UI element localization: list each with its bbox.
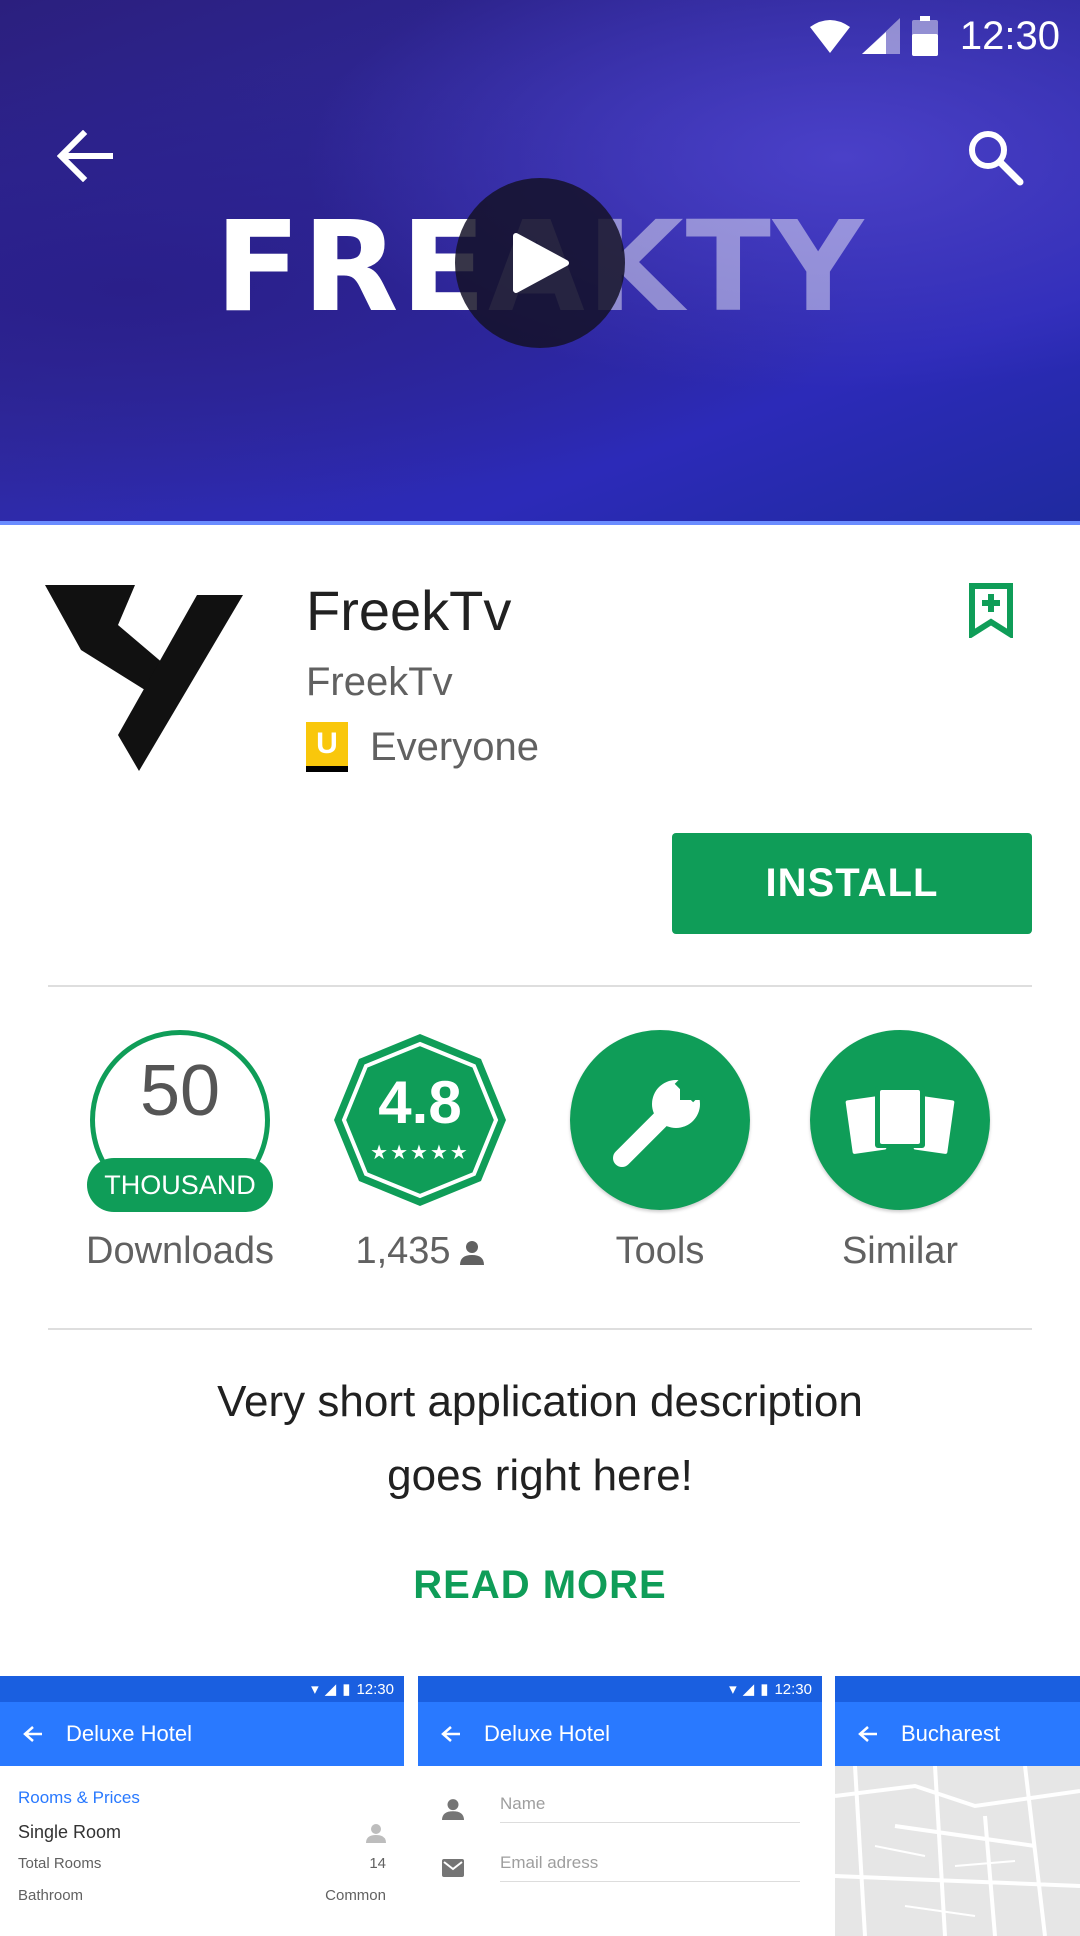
play-video-button[interactable] bbox=[455, 178, 625, 348]
rating-stars: ★★★★★ bbox=[370, 1142, 470, 1164]
screenshot-1[interactable]: ▾ ◢ ▮ 12:30 Deluxe Hotel Rooms & Prices … bbox=[0, 1676, 404, 1936]
app-name: FreekTv bbox=[306, 579, 512, 642]
stat-rating[interactable]: 4.8 ★★★★★ 1,435 bbox=[310, 1030, 530, 1273]
screenshot-toolbar: Bucharest bbox=[835, 1702, 1080, 1766]
screenshot-2[interactable]: ▾ ◢ ▮ 12:30 Deluxe Hotel Name Email adre… bbox=[418, 1676, 822, 1936]
rating-count: 1,435 bbox=[355, 1230, 451, 1272]
downloads-badge: 50 THOUSAND bbox=[87, 1030, 273, 1212]
hero-divider bbox=[0, 521, 1080, 525]
screenshot-row-label: Total Rooms bbox=[18, 1855, 102, 1872]
email-icon bbox=[442, 1858, 464, 1877]
similar-badge bbox=[810, 1030, 990, 1210]
search-icon bbox=[969, 131, 1024, 186]
signal-icon bbox=[861, 18, 900, 54]
hero-title-main: FRE bbox=[215, 195, 489, 340]
screenshot-time: 12:30 bbox=[356, 1680, 394, 1698]
screenshot-room: Single Room bbox=[18, 1822, 122, 1842]
screenshot-toolbar: Deluxe Hotel bbox=[0, 1702, 404, 1766]
tools-label: Tools bbox=[615, 1230, 705, 1272]
map-view bbox=[835, 1765, 1080, 1936]
tools-badge bbox=[570, 1030, 750, 1210]
content-rating-badge: U bbox=[306, 722, 348, 772]
arrow-back-icon bbox=[57, 130, 113, 182]
screenshot-status-bar: ▾ ◢ ▮ 12:30 bbox=[0, 1676, 404, 1702]
battery-icon: ▮ bbox=[342, 1681, 351, 1698]
screenshot-section-title: Rooms & Prices bbox=[18, 1788, 140, 1807]
battery-icon: ▮ bbox=[760, 1681, 769, 1698]
screenshot-3[interactable]: Bucharest bbox=[835, 1676, 1080, 1936]
screenshot-title: Bucharest bbox=[901, 1721, 1001, 1746]
stat-downloads: 50 THOUSAND Downloads bbox=[70, 1030, 290, 1273]
similar-label: Similar bbox=[841, 1230, 959, 1272]
downloads-number: 50 bbox=[139, 1051, 221, 1131]
wifi-icon: ▾ bbox=[311, 1681, 319, 1698]
content-rating-label: Everyone bbox=[370, 724, 539, 769]
screenshot-title: Deluxe Hotel bbox=[484, 1721, 610, 1746]
divider-top bbox=[48, 985, 1032, 987]
screenshot-title: Deluxe Hotel bbox=[66, 1721, 192, 1746]
play-icon bbox=[513, 233, 569, 293]
arrow-back-icon bbox=[0, 1725, 66, 1743]
person-icon bbox=[366, 1823, 386, 1843]
install-button[interactable]: INSTALL bbox=[672, 833, 1032, 934]
downloads-label: Downloads bbox=[86, 1230, 274, 1272]
rating-badge: 4.8 ★★★★★ bbox=[330, 1030, 510, 1210]
map-streets bbox=[835, 1765, 1080, 1936]
content-rating: U Everyone bbox=[306, 722, 539, 772]
wifi-icon: ▾ bbox=[729, 1681, 737, 1698]
screenshot-status-bar bbox=[835, 1676, 1080, 1702]
downloads-unit: THOUSAND bbox=[87, 1158, 273, 1212]
divider-bottom bbox=[48, 1328, 1032, 1330]
status-bar: 12:30 bbox=[809, 0, 1080, 72]
rating-value: 4.8 bbox=[378, 1069, 462, 1136]
screenshot-row-label: Bathroom bbox=[18, 1887, 84, 1904]
bookmark-add-icon bbox=[969, 583, 1013, 640]
hero-banner: 12:30 FREAKTY bbox=[0, 0, 1080, 525]
stat-similar[interactable]: Similar bbox=[790, 1030, 1010, 1273]
freektv-logo-icon bbox=[45, 585, 243, 771]
screenshot-row-value: Common bbox=[325, 1887, 386, 1904]
battery-icon bbox=[911, 16, 938, 56]
stat-tools[interactable]: Tools bbox=[550, 1030, 770, 1273]
screenshot-toolbar: Deluxe Hotel bbox=[418, 1702, 822, 1766]
search-button[interactable] bbox=[964, 126, 1026, 188]
signal-icon: ◢ bbox=[742, 1681, 755, 1698]
screenshot-status-bar: ▾ ◢ ▮ 12:30 bbox=[418, 1676, 822, 1702]
similar-cards-icon bbox=[845, 1086, 955, 1154]
email-field: Email adress bbox=[500, 1853, 800, 1882]
arrow-back-icon bbox=[418, 1725, 484, 1743]
person-icon bbox=[442, 1798, 464, 1820]
status-time: 12:30 bbox=[959, 13, 1060, 58]
wrench-icon bbox=[613, 1070, 708, 1167]
read-more-link[interactable]: READ MORE bbox=[0, 1563, 1080, 1608]
name-field: Name bbox=[500, 1794, 800, 1823]
screenshot-row-value: 14 bbox=[369, 1855, 386, 1872]
app-description: Very short application description goes … bbox=[0, 1365, 1080, 1513]
wishlist-button[interactable] bbox=[968, 582, 1014, 643]
arrow-back-icon bbox=[835, 1725, 901, 1743]
person-icon bbox=[459, 1240, 484, 1265]
app-icon bbox=[45, 585, 245, 775]
description-line-1: Very short application description bbox=[217, 1377, 863, 1426]
signal-icon: ◢ bbox=[324, 1681, 337, 1698]
app-developer-link[interactable]: FreekTv bbox=[306, 660, 453, 705]
description-line-2: goes right here! bbox=[387, 1451, 693, 1500]
wifi-icon bbox=[809, 20, 850, 53]
back-button[interactable] bbox=[54, 128, 116, 184]
screenshot-time: 12:30 bbox=[774, 1680, 812, 1698]
